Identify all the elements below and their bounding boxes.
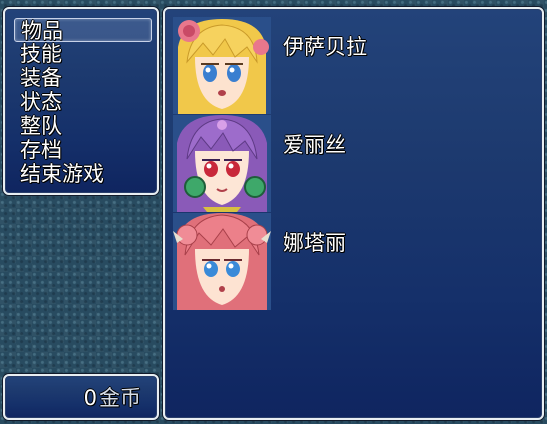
- command-item-formation[interactable]: 整队: [14, 114, 152, 138]
- command-item-equip[interactable]: 装备: [14, 66, 152, 90]
- party-member-name: 娜塔丽: [283, 231, 346, 255]
- gold-display: 0金币: [84, 385, 141, 411]
- command-list: 物品 技能 装备 状态 整队 存档 结束游戏: [14, 18, 152, 186]
- purple-hair-girl-portrait: [173, 115, 271, 212]
- gold-amount: 0: [83, 386, 97, 410]
- party-member[interactable]: 伊萨贝拉: [173, 17, 533, 114]
- party-member-name: 爱丽丝: [283, 133, 346, 157]
- command-item-game-end[interactable]: 结束游戏: [14, 162, 152, 186]
- party-status-window: 伊萨贝拉 爱丽丝 娜塔丽: [163, 7, 544, 420]
- gold-unit: 金币: [99, 386, 141, 410]
- party-member[interactable]: 娜塔丽: [173, 213, 533, 310]
- command-item-save[interactable]: 存档: [14, 138, 152, 162]
- pink-hair-girl-portrait: [173, 213, 271, 310]
- command-item-status[interactable]: 状态: [14, 90, 152, 114]
- command-item-items[interactable]: 物品: [14, 18, 152, 43]
- gold-window: 0金币: [3, 374, 159, 420]
- command-window: 物品 技能 装备 状态 整队 存档 结束游戏: [3, 7, 159, 195]
- party-member[interactable]: 爱丽丝: [173, 115, 533, 212]
- command-item-skills[interactable]: 技能: [14, 42, 152, 66]
- blonde-girl-portrait: [173, 17, 271, 114]
- party-member-name: 伊萨贝拉: [283, 35, 367, 59]
